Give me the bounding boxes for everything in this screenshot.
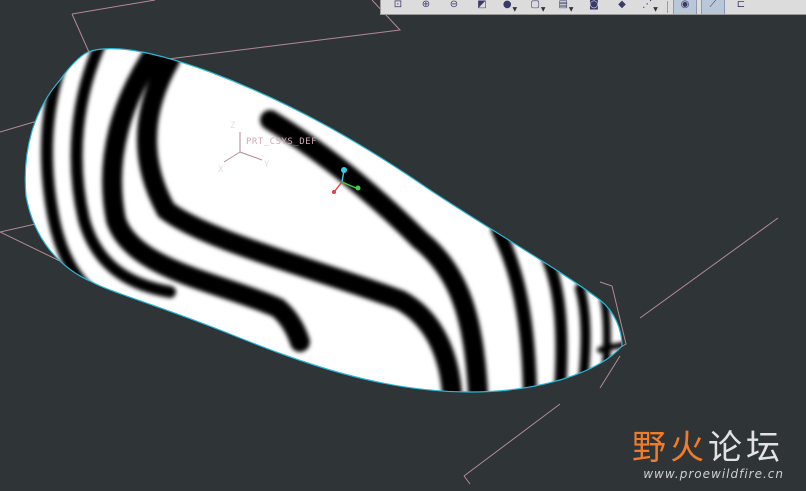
camera-icon[interactable]: ◙ <box>583 0 605 14</box>
model-viewport[interactable] <box>0 0 806 491</box>
view-toolbar: ⊡ ⊕ ⊖ ◩ ● ▼ ▢ ▼ ▤ ▼ ◙ ◆ ⋰ ▼ ◉ ⟋ ⊏ <box>380 0 806 15</box>
visibility-icon[interactable]: ◉ <box>673 0 697 14</box>
watermark-title: 野火论坛 <box>632 428 784 468</box>
csys-name-label[interactable]: PRT_CSYS_DEF <box>246 137 317 147</box>
graphics-window[interactable]: Z X Y PRT_CSYS_DEF ⊡ ⊕ ⊖ ◩ ● ▼ ▢ ▼ ▤ ▼ ◙ ◆ … <box>0 0 806 491</box>
axis-display-icon[interactable]: ⟋ <box>701 0 725 14</box>
zoom-fit-icon[interactable]: ⊡ <box>387 0 409 14</box>
csys-display-icon[interactable]: ⊏ <box>730 0 752 14</box>
axis-label-y: Y <box>264 160 270 170</box>
repaint-icon[interactable]: ◩ <box>471 0 493 14</box>
saved-views-icon[interactable]: ▢ ▼ <box>527 0 549 14</box>
datum-plane-icon[interactable]: ◆ <box>611 0 633 14</box>
layers-icon[interactable]: ▤ ▼ <box>555 0 577 14</box>
toolbar-separator <box>667 1 668 13</box>
datum-points-icon[interactable]: ⋰ ▼ <box>639 0 661 14</box>
zoom-out-icon[interactable]: ⊖ <box>443 0 465 14</box>
zebra-analysis-surface[interactable] <box>0 0 806 491</box>
axis-label-z: Z <box>230 121 236 131</box>
watermark: 野火论坛 www.proewildfire.cn <box>632 429 784 481</box>
shading-icon[interactable]: ● ▼ <box>499 0 521 14</box>
dropdown-arrow-icon[interactable]: ▼ <box>541 5 546 14</box>
watermark-url: www.proewildfire.cn <box>643 467 784 481</box>
zoom-in-icon[interactable]: ⊕ <box>415 0 437 14</box>
dropdown-arrow-icon[interactable]: ▼ <box>513 5 518 14</box>
dropdown-arrow-icon[interactable]: ▼ <box>569 5 574 14</box>
axis-label-x: X <box>218 165 224 175</box>
dropdown-arrow-icon[interactable]: ▼ <box>653 5 658 14</box>
